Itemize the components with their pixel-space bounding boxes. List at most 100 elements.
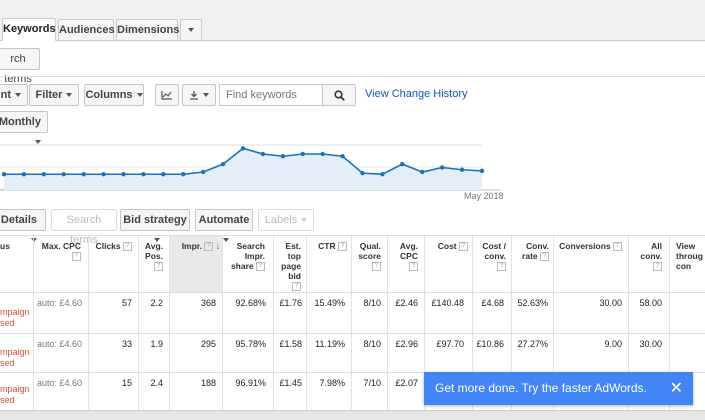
help-icon[interactable]: ? bbox=[256, 262, 265, 272]
help-icon[interactable]: ? bbox=[204, 242, 214, 252]
help-icon[interactable]: ? bbox=[372, 262, 381, 272]
filter-button[interactable]: Filter bbox=[29, 84, 79, 106]
tab-keywords[interactable]: Keywords bbox=[2, 18, 56, 41]
chart-point[interactable] bbox=[479, 168, 485, 174]
chart-point[interactable] bbox=[459, 167, 465, 172]
col-header-avg-cpc[interactable]: Avg. CPC? bbox=[396, 241, 418, 272]
help-icon[interactable]: ? bbox=[123, 242, 132, 252]
bid-strategy-button[interactable]: Bid strategy bbox=[120, 209, 190, 243]
cell-max-cpc[interactable]: auto: £4.60 bbox=[36, 339, 82, 349]
chart-point[interactable] bbox=[1, 172, 7, 177]
chart-point[interactable] bbox=[121, 172, 126, 177]
segment-label: nt bbox=[0, 89, 11, 101]
chart-point[interactable] bbox=[340, 154, 345, 159]
tab-audiences[interactable]: Audiences bbox=[58, 19, 115, 40]
cell-conversions: 30.00 bbox=[599, 298, 622, 308]
chart-point[interactable] bbox=[380, 172, 385, 177]
col-header-view-through[interactable]: View throug con bbox=[676, 241, 705, 271]
chart-point[interactable] bbox=[200, 169, 206, 175]
cell-share: 95.78% bbox=[235, 339, 266, 349]
chart-point[interactable] bbox=[81, 172, 86, 177]
col-header-conversions[interactable]: Conversions ? bbox=[556, 241, 622, 252]
cell-max-cpc[interactable]: auto: £4.60 bbox=[36, 298, 82, 308]
col-header-est-top-label: Est. top page bid bbox=[281, 241, 301, 281]
status-line1: mpaign bbox=[0, 384, 30, 394]
tab-more-dropdown[interactable] bbox=[180, 19, 202, 40]
chart-point[interactable] bbox=[41, 172, 47, 177]
help-icon[interactable]: ? bbox=[409, 262, 418, 272]
chart-point[interactable] bbox=[320, 151, 325, 157]
download-button[interactable] bbox=[182, 84, 216, 106]
col-header-conv-rate[interactable]: Conv. rate ? bbox=[518, 241, 549, 262]
cell-ctr: 15.49% bbox=[314, 298, 345, 308]
col-header-avg-pos[interactable]: Avg. Pos. ? bbox=[141, 241, 163, 272]
search-terms-button-disabled[interactable]: Search terms bbox=[51, 209, 117, 246]
cell-avg-pos: 2.2 bbox=[150, 298, 163, 308]
labels-button[interactable]: Labels bbox=[258, 209, 314, 231]
help-icon[interactable]: ? bbox=[540, 252, 549, 262]
search-button[interactable] bbox=[322, 84, 356, 106]
help-icon[interactable]: ? bbox=[459, 242, 468, 252]
col-header-clicks-label: Clicks bbox=[95, 241, 121, 251]
col-header-est-top-bid[interactable]: Est. top page bid? bbox=[278, 241, 301, 292]
chevron-down-icon bbox=[301, 218, 308, 223]
automate-button[interactable]: Automate bbox=[195, 209, 253, 243]
help-icon[interactable]: ? bbox=[292, 282, 301, 292]
col-header-cost[interactable]: Cost ? bbox=[428, 241, 468, 252]
col-header-cost-conv[interactable]: Cost / conv. ? bbox=[478, 241, 506, 272]
cell-clicks: 57 bbox=[121, 298, 132, 308]
chart-point[interactable] bbox=[439, 165, 445, 170]
chart-point[interactable] bbox=[240, 146, 246, 151]
col-header-max-cpc[interactable]: Max. CPC? bbox=[36, 241, 81, 262]
col-header-impr[interactable]: Impr. ? ↓ bbox=[174, 241, 220, 252]
chart-point[interactable] bbox=[181, 172, 186, 177]
automate-label: Automate bbox=[198, 214, 250, 226]
help-icon[interactable]: ? bbox=[72, 252, 81, 262]
col-header-max-cpc-label: Max. CPC bbox=[41, 241, 81, 251]
chart-point[interactable] bbox=[420, 169, 425, 175]
help-icon[interactable]: ? bbox=[154, 262, 163, 272]
chart-point[interactable] bbox=[220, 161, 226, 167]
find-keywords-input[interactable] bbox=[219, 84, 323, 106]
chart-point[interactable] bbox=[21, 172, 27, 177]
view-change-history-link[interactable]: View Change History bbox=[365, 88, 468, 100]
col-header-qual-score[interactable]: Qual. score? bbox=[355, 241, 381, 272]
chart-toggle-button[interactable] bbox=[155, 84, 179, 106]
columns-button[interactable]: Columns bbox=[84, 84, 144, 106]
chevron-down-icon bbox=[203, 93, 209, 98]
upgrade-toast: Get more done. Try the faster AdWords. ✕ bbox=[424, 372, 693, 405]
chart-point[interactable] bbox=[61, 172, 66, 177]
chart-x-label: May 2018 bbox=[464, 191, 504, 201]
col-header-all-conv-label: All conv. bbox=[640, 241, 662, 261]
cell-max-cpc[interactable]: auto: £4.60 bbox=[36, 378, 82, 388]
chart-point[interactable] bbox=[300, 151, 305, 157]
col-header-ctr[interactable]: CTR ? bbox=[309, 241, 347, 252]
row-status: mpaign sed bbox=[0, 384, 30, 406]
col-header-cost-conv-label: Cost / conv. bbox=[482, 241, 506, 261]
chart-point[interactable] bbox=[400, 161, 405, 167]
close-icon[interactable]: ✕ bbox=[670, 372, 683, 405]
col-header-clicks[interactable]: Clicks ? bbox=[92, 241, 132, 252]
chart-point[interactable] bbox=[280, 154, 286, 159]
chart-point[interactable] bbox=[101, 172, 106, 177]
cell-conv-rate: 52.63% bbox=[517, 298, 548, 308]
chart-point[interactable] bbox=[360, 170, 365, 176]
help-icon[interactable]: ? bbox=[497, 262, 506, 272]
chart-point[interactable] bbox=[141, 172, 146, 177]
chart-point[interactable] bbox=[260, 151, 266, 157]
col-header-cost-label: Cost bbox=[437, 241, 457, 251]
help-icon[interactable]: ? bbox=[653, 262, 662, 272]
col-header-all-conv[interactable]: All conv. ? bbox=[638, 241, 662, 272]
col-header-search-impr-share[interactable]: Search Impr. share ? bbox=[226, 241, 265, 272]
period-dropdown[interactable]: Monthly bbox=[0, 111, 48, 145]
cell-cost-conv: £4.68 bbox=[481, 298, 504, 308]
help-icon[interactable]: ? bbox=[338, 242, 347, 252]
tab-dimensions[interactable]: Dimensions bbox=[116, 19, 179, 40]
segment-button[interactable]: nt bbox=[0, 84, 28, 106]
col-header-status[interactable]: us bbox=[0, 241, 10, 251]
chart-series bbox=[1, 146, 485, 190]
details-button[interactable]: Details bbox=[0, 209, 46, 243]
chart-point[interactable] bbox=[161, 172, 166, 177]
help-icon[interactable]: ? bbox=[613, 242, 622, 252]
search-terms-button[interactable]: rch terms bbox=[0, 48, 40, 85]
